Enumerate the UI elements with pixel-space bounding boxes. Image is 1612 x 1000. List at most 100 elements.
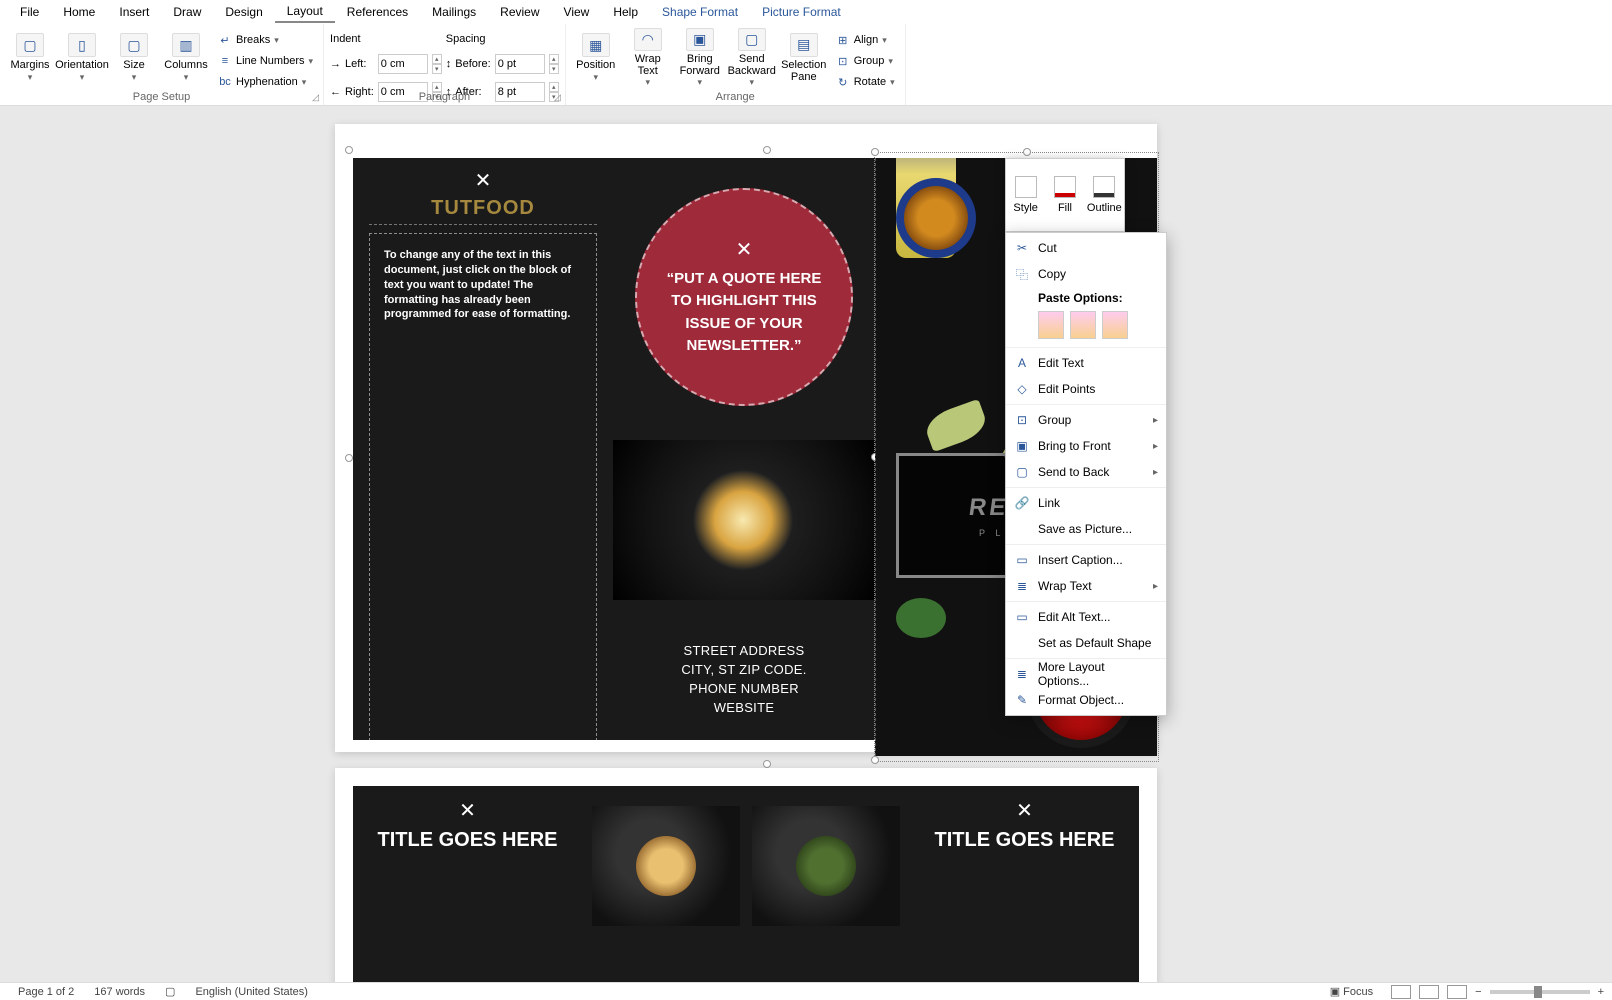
columns-button[interactable]: ▥Columns▾ xyxy=(162,26,210,88)
group-label: Arrange xyxy=(716,91,755,103)
intro-text[interactable]: To change any of the text in this docume… xyxy=(384,248,582,322)
separator xyxy=(1006,347,1166,348)
food-image[interactable] xyxy=(592,806,740,926)
paste-picture[interactable] xyxy=(1102,311,1128,339)
ctx-wrap-text[interactable]: ≣Wrap Text▸ xyxy=(1006,573,1166,599)
indent-left-input[interactable]: 0 cm xyxy=(378,54,428,74)
size-icon: ▢ xyxy=(120,33,148,57)
paragraph-dialog-launcher[interactable]: ◿ xyxy=(554,92,561,103)
web-layout-button[interactable] xyxy=(1447,985,1467,999)
mini-style-button[interactable]: Style xyxy=(1006,159,1045,231)
selection-handle[interactable] xyxy=(871,756,879,764)
page2-title-right[interactable]: TITLE GOES HERE xyxy=(934,829,1114,852)
group-button[interactable]: ⊡Group▾ xyxy=(832,51,899,71)
ctx-cut[interactable]: ✂Cut xyxy=(1006,235,1166,261)
selection-handle[interactable] xyxy=(345,146,353,154)
read-mode-button[interactable] xyxy=(1391,985,1411,999)
tab-picture-format[interactable]: Picture Format xyxy=(750,2,853,22)
quote-circle[interactable]: ✕ “PUT A QUOTE HERE TO HIGHLIGHT THIS IS… xyxy=(635,188,853,406)
ctx-send-to-back[interactable]: ▢Send to Back▸ xyxy=(1006,459,1166,485)
mini-fill-button[interactable]: Fill xyxy=(1045,159,1084,231)
spacing-before-down[interactable]: ▾ xyxy=(549,64,559,74)
intro-text-box[interactable]: To change any of the text in this docume… xyxy=(369,233,597,741)
indent-left-up[interactable]: ▴ xyxy=(432,54,442,64)
tab-shape-format[interactable]: Shape Format xyxy=(650,2,750,22)
ctx-group[interactable]: ⊡Group▸ xyxy=(1006,407,1166,433)
print-layout-button[interactable] xyxy=(1419,985,1439,999)
spacing-before-label: Before: xyxy=(455,58,490,70)
brand-logo[interactable]: ✕ TUTFOOD xyxy=(369,168,597,225)
quote-text[interactable]: “PUT A QUOTE HERE TO HIGHLIGHT THIS ISSU… xyxy=(657,268,831,358)
align-button[interactable]: ⊞Align▾ xyxy=(832,30,899,50)
page2-left-column[interactable]: ✕ TITLE GOES HERE xyxy=(353,786,582,982)
margins-icon: ▢ xyxy=(16,33,44,57)
focus-mode-button[interactable]: ▣ Focus xyxy=(1320,985,1383,998)
mini-outline-button[interactable]: Outline xyxy=(1085,159,1124,231)
ctx-edit-alt-text[interactable]: ▭Edit Alt Text... xyxy=(1006,604,1166,630)
status-word-count[interactable]: 167 words xyxy=(84,986,155,998)
orientation-button[interactable]: ▯Orientation▾ xyxy=(58,26,106,88)
ctx-format-object[interactable]: ✎Format Object... xyxy=(1006,687,1166,713)
ctx-edit-points[interactable]: ◇Edit Points xyxy=(1006,376,1166,402)
selection-handle[interactable] xyxy=(345,454,353,462)
tab-insert[interactable]: Insert xyxy=(107,2,161,22)
selection-handle[interactable] xyxy=(1023,148,1031,156)
fill-icon xyxy=(1054,176,1076,198)
group-label: Paragraph xyxy=(419,91,470,103)
food-image[interactable] xyxy=(752,806,900,926)
tab-draw[interactable]: Draw xyxy=(161,2,213,22)
ctx-link[interactable]: 🔗Link xyxy=(1006,490,1166,516)
zoom-out-button[interactable]: − xyxy=(1475,986,1481,998)
food-image[interactable] xyxy=(613,440,875,600)
ctx-more-layout-options[interactable]: ≣More Layout Options... xyxy=(1006,661,1166,687)
status-proofing[interactable]: ▢ xyxy=(155,985,185,998)
spacing-before-input[interactable]: 0 pt xyxy=(495,54,545,74)
bring-forward-button[interactable]: ▣Bring Forward▾ xyxy=(676,26,724,88)
ctx-save-as-picture[interactable]: Save as Picture... xyxy=(1006,516,1166,542)
tab-view[interactable]: View xyxy=(552,2,602,22)
ctx-insert-caption[interactable]: ▭Insert Caption... xyxy=(1006,547,1166,573)
indent-left-down[interactable]: ▾ xyxy=(432,64,442,74)
zoom-in-button[interactable]: + xyxy=(1598,986,1604,998)
selection-handle[interactable] xyxy=(763,760,771,768)
breaks-button[interactable]: ↵Breaks▾ xyxy=(214,30,317,50)
selection-pane-button[interactable]: ▤Selection Pane xyxy=(780,26,828,88)
margins-button[interactable]: ▢Margins▾ xyxy=(6,26,54,88)
tab-home[interactable]: Home xyxy=(51,2,107,22)
tab-layout[interactable]: Layout xyxy=(275,1,335,23)
line-numbers-button[interactable]: ≡Line Numbers▾ xyxy=(214,51,317,71)
page-2[interactable]: ✕ TITLE GOES HERE ✕ TITLE GOES HERE xyxy=(335,768,1157,982)
status-language[interactable]: English (United States) xyxy=(185,986,318,998)
spacing-before-up[interactable]: ▴ xyxy=(549,54,559,64)
ctx-copy[interactable]: ⿻Copy xyxy=(1006,261,1166,287)
page-setup-dialog-launcher[interactable]: ◿ xyxy=(312,92,319,103)
tab-design[interactable]: Design xyxy=(213,2,274,22)
tab-references[interactable]: References xyxy=(335,2,420,22)
format-icon: ✎ xyxy=(1014,692,1030,708)
tab-help[interactable]: Help xyxy=(601,2,650,22)
page2-title-left[interactable]: TITLE GOES HERE xyxy=(377,829,557,852)
tab-file[interactable]: File xyxy=(8,2,51,22)
chevron-right-icon: ▸ xyxy=(1153,581,1158,592)
line-numbers-icon: ≡ xyxy=(218,54,232,68)
tab-review[interactable]: Review xyxy=(488,2,551,22)
document-canvas[interactable]: ✕ TUTFOOD To change any of the text in t… xyxy=(0,106,1612,982)
address-block[interactable]: STREET ADDRESS CITY, ST ZIP CODE. PHONE … xyxy=(613,642,875,717)
ctx-set-default-shape[interactable]: Set as Default Shape xyxy=(1006,630,1166,656)
ctx-edit-text[interactable]: AEdit Text xyxy=(1006,350,1166,376)
paste-merge[interactable] xyxy=(1070,311,1096,339)
status-page[interactable]: Page 1 of 2 xyxy=(8,986,84,998)
paste-keep-source[interactable] xyxy=(1038,311,1064,339)
ctx-bring-to-front[interactable]: ▣Bring to Front▸ xyxy=(1006,433,1166,459)
tab-mailings[interactable]: Mailings xyxy=(420,2,488,22)
zoom-slider[interactable] xyxy=(1490,990,1590,994)
page2-right-column[interactable]: ✕ TITLE GOES HERE xyxy=(910,786,1139,982)
selection-handle[interactable] xyxy=(763,146,771,154)
wrap-text-button[interactable]: ◠Wrap Text▾ xyxy=(624,26,672,88)
send-backward-button[interactable]: ▢Send Backward▾ xyxy=(728,26,776,88)
position-button[interactable]: ▦Position▾ xyxy=(572,26,620,88)
selection-handle[interactable] xyxy=(871,148,879,156)
page2-body[interactable]: ✕ TITLE GOES HERE ✕ TITLE GOES HERE xyxy=(353,786,1139,982)
size-button[interactable]: ▢Size▾ xyxy=(110,26,158,88)
image-detail xyxy=(896,598,946,638)
